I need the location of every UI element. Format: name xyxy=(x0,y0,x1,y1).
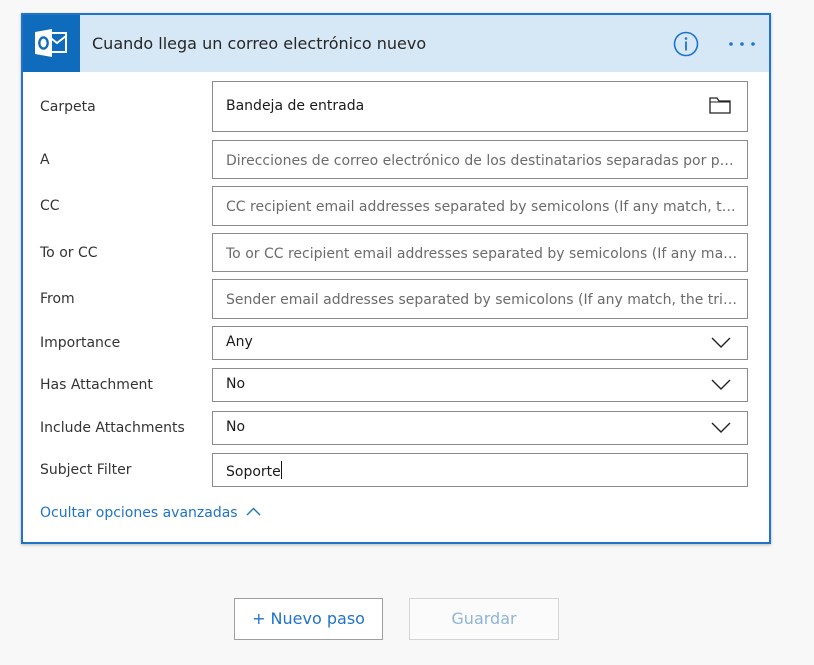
trigger-card: Cuando llega un correo electrónico nuevo… xyxy=(21,13,771,544)
to-or-cc-input[interactable]: To or CC recipient email addresses separ… xyxy=(212,233,748,272)
folder-value: Bandeja de entrada xyxy=(226,98,365,114)
chevron-up-icon xyxy=(246,507,261,516)
info-icon[interactable] xyxy=(673,31,699,57)
label-subject-filter: Subject Filter xyxy=(40,462,132,478)
folder-icon[interactable] xyxy=(709,96,731,114)
outlook-icon xyxy=(23,15,80,72)
has-attachment-value: No xyxy=(226,376,246,392)
to-placeholder: Direcciones de correo electrónico de los… xyxy=(226,153,741,169)
label-include-attachments: Include Attachments xyxy=(40,420,185,436)
to-input[interactable]: Direcciones de correo electrónico de los… xyxy=(212,140,748,179)
from-placeholder: Sender email addresses separated by semi… xyxy=(226,292,741,308)
cc-input[interactable]: CC recipient email addresses separated b… xyxy=(212,186,748,226)
label-has-attachment: Has Attachment xyxy=(40,377,153,393)
include-attachments-select[interactable]: No xyxy=(212,411,748,445)
label-a: A xyxy=(40,152,50,168)
trigger-card-header[interactable]: Cuando llega un correo electrónico nuevo xyxy=(23,15,769,72)
importance-value: Any xyxy=(226,334,253,350)
more-options-icon[interactable] xyxy=(727,35,757,53)
text-cursor xyxy=(280,461,282,479)
subject-filter-input[interactable]: Soporte xyxy=(212,453,748,487)
chevron-down-icon[interactable] xyxy=(711,337,731,349)
label-to-or-cc: To or CC xyxy=(40,245,98,261)
label-cc: CC xyxy=(40,198,60,214)
label-from: From xyxy=(40,291,75,307)
label-carpeta: Carpeta xyxy=(40,99,96,115)
to-or-cc-placeholder: To or CC recipient email addresses separ… xyxy=(226,246,741,262)
new-step-button[interactable]: + Nuevo paso xyxy=(234,598,383,640)
importance-select[interactable]: Any xyxy=(212,326,748,360)
hide-advanced-options-link[interactable]: Ocultar opciones avanzadas xyxy=(40,505,261,521)
chevron-down-icon[interactable] xyxy=(711,422,731,434)
label-importance: Importance xyxy=(40,335,121,351)
include-attachments-value: No xyxy=(226,419,246,435)
from-input[interactable]: Sender email addresses separated by semi… xyxy=(212,279,748,319)
save-button[interactable]: Guardar xyxy=(409,598,559,640)
cc-placeholder: CC recipient email addresses separated b… xyxy=(226,199,741,215)
subject-filter-value: Soporte xyxy=(226,464,281,480)
trigger-title: Cuando llega un correo electrónico nuevo xyxy=(92,34,427,53)
chevron-down-icon[interactable] xyxy=(711,379,731,391)
hide-advanced-options-label: Ocultar opciones avanzadas xyxy=(40,505,238,521)
has-attachment-select[interactable]: No xyxy=(212,368,748,402)
folder-picker[interactable]: Bandeja de entrada xyxy=(212,81,748,132)
